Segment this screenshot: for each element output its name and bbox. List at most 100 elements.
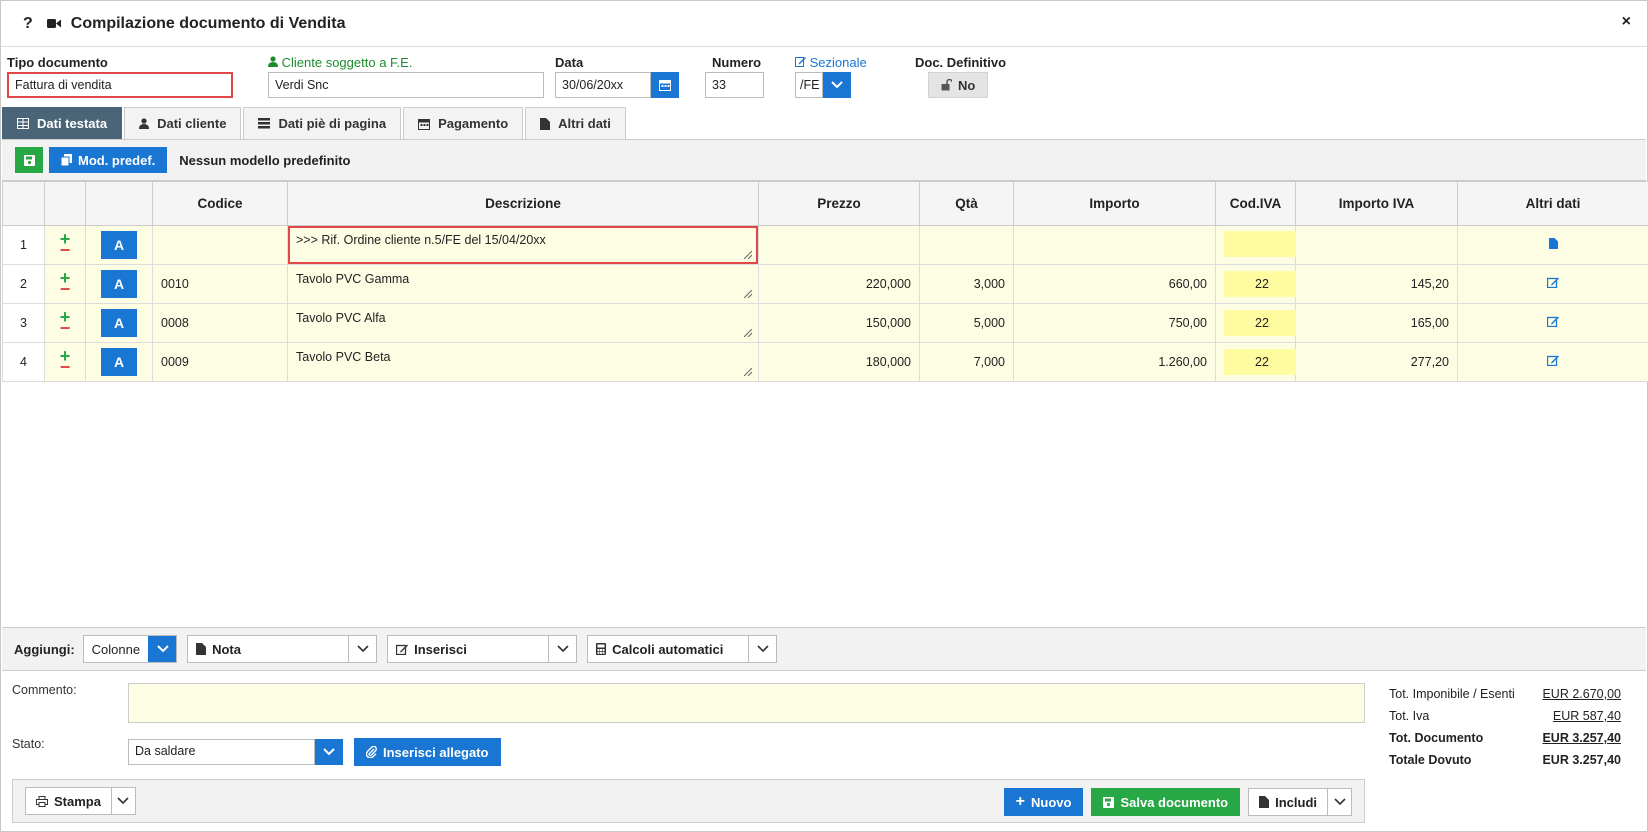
chevron-down-icon[interactable]: [348, 636, 376, 662]
includi-dropdown[interactable]: Includi: [1248, 788, 1352, 816]
includi-button[interactable]: Includi: [1249, 789, 1327, 815]
header-prezzo[interactable]: Prezzo: [758, 181, 920, 226]
sezionale-select[interactable]: /FE: [795, 72, 823, 98]
numero-field[interactable]: 33: [705, 72, 764, 98]
inserisci-allegato-button[interactable]: Inserisci allegato: [354, 738, 501, 766]
data-field[interactable]: 30/06/20xx: [555, 72, 651, 98]
codice-cell[interactable]: [152, 225, 288, 265]
stampa-button[interactable]: Stampa: [26, 788, 111, 814]
prezzo-cell[interactable]: 150,000: [758, 303, 920, 343]
resize-handle-icon[interactable]: [744, 329, 752, 337]
descrizione-textarea[interactable]: Tavolo PVC Gamma: [296, 265, 750, 303]
cod-iva-value[interactable]: 22: [1224, 349, 1300, 375]
tab-dati-cliente[interactable]: Dati cliente: [124, 107, 242, 139]
cod-iva-cell[interactable]: [1215, 225, 1300, 265]
qta-cell[interactable]: 5,000: [919, 303, 1014, 343]
stato-select[interactable]: Da saldare: [128, 739, 343, 765]
header-importo[interactable]: Importo: [1013, 181, 1216, 226]
header-codice[interactable]: Codice: [152, 181, 288, 226]
close-icon[interactable]: ×: [1622, 13, 1631, 31]
header-cod-iva[interactable]: Cod.IVA: [1215, 181, 1296, 226]
resize-handle-icon[interactable]: [744, 251, 752, 259]
edit-icon[interactable]: [1546, 316, 1559, 328]
video-camera-icon[interactable]: [46, 18, 61, 29]
edit-icon[interactable]: [1546, 355, 1559, 367]
descrizione-textarea[interactable]: Tavolo PVC Beta: [296, 343, 750, 381]
resize-handle-icon[interactable]: [744, 368, 752, 376]
row-action-button[interactable]: A: [101, 231, 137, 259]
total-value[interactable]: EUR 587,40: [1553, 709, 1621, 723]
tipo-documento-field[interactable]: Fattura di vendita: [7, 72, 233, 98]
salva-documento-button[interactable]: Salva documento: [1091, 788, 1241, 816]
header-descrizione[interactable]: Descrizione: [287, 181, 759, 226]
cod-iva-cell[interactable]: 22: [1215, 303, 1300, 343]
header-altri-dati[interactable]: Altri dati: [1457, 181, 1648, 226]
colonne-dropdown[interactable]: Colonne: [82, 635, 178, 663]
tab-altri-dati[interactable]: Altri dati: [525, 107, 626, 139]
cliente-label[interactable]: Cliente soggetto a F.E.: [268, 55, 544, 70]
total-value[interactable]: EUR 2.670,00: [1542, 687, 1621, 701]
calcoli-dropdown[interactable]: Calcoli automatici: [587, 635, 778, 663]
tab-dati-testata[interactable]: Dati testata: [2, 107, 123, 139]
chevron-down-icon[interactable]: [823, 72, 851, 98]
nota-dropdown[interactable]: Nota: [187, 635, 378, 663]
sezionale-label[interactable]: Sezionale: [795, 55, 867, 70]
stampa-dropdown[interactable]: Stampa: [25, 787, 136, 815]
descrizione-cell[interactable]: Tavolo PVC Gamma: [287, 264, 759, 304]
remove-row-icon[interactable]: −: [60, 280, 71, 298]
header-importo-iva[interactable]: Importo IVA: [1295, 181, 1458, 226]
inserisci-dropdown[interactable]: Inserisci: [387, 635, 578, 663]
remove-row-icon[interactable]: −: [60, 358, 71, 376]
qta-cell[interactable]: 7,000: [919, 342, 1014, 382]
calcoli-button[interactable]: Calcoli automatici: [588, 636, 748, 662]
doc-definitivo-toggle[interactable]: No: [928, 72, 989, 98]
codice-cell[interactable]: 0008: [152, 303, 288, 343]
row-action-button[interactable]: A: [101, 270, 137, 298]
nuovo-button[interactable]: + Nuovo: [1003, 788, 1084, 816]
file-icon[interactable]: [1548, 238, 1558, 249]
cod-iva-value[interactable]: 22: [1224, 271, 1300, 297]
help-icon[interactable]: ?: [23, 15, 33, 33]
commento-field[interactable]: [128, 683, 1365, 723]
stato-value[interactable]: Da saldare: [128, 739, 315, 765]
save-model-button[interactable]: [15, 147, 43, 173]
header-qta[interactable]: Qtà: [919, 181, 1014, 226]
qta-cell[interactable]: [919, 225, 1014, 265]
cod-iva-value[interactable]: [1224, 230, 1300, 257]
descrizione-textarea[interactable]: >>> Rif. Ordine cliente n.5/FE del 15/04…: [288, 226, 758, 264]
chevron-down-icon[interactable]: [315, 739, 343, 765]
cliente-field[interactable]: Verdi Snc: [268, 72, 544, 98]
remove-row-icon[interactable]: −: [60, 241, 71, 259]
tab-dati-pie-di-pagina[interactable]: Dati piè di pagina: [243, 107, 402, 139]
qta-cell[interactable]: 3,000: [919, 264, 1014, 304]
inserisci-button[interactable]: Inserisci: [388, 636, 548, 662]
edit-icon[interactable]: [1546, 277, 1559, 289]
cod-iva-cell[interactable]: 22: [1215, 264, 1300, 304]
chevron-down-icon[interactable]: [548, 636, 576, 662]
calendar-icon[interactable]: [651, 72, 679, 98]
chevron-down-icon[interactable]: [1327, 789, 1351, 815]
resize-handle-icon[interactable]: [744, 290, 752, 298]
prezzo-cell[interactable]: 180,000: [758, 342, 920, 382]
chevron-down-icon[interactable]: [748, 636, 776, 662]
descrizione-cell[interactable]: >>> Rif. Ordine cliente n.5/FE del 15/04…: [287, 225, 759, 265]
cod-iva-value[interactable]: 22: [1224, 310, 1300, 336]
colonne-label[interactable]: Colonne: [84, 636, 148, 662]
remove-row-icon[interactable]: −: [60, 319, 71, 337]
chevron-down-icon[interactable]: [148, 636, 177, 662]
descrizione-cell[interactable]: Tavolo PVC Alfa: [287, 303, 759, 343]
codice-cell[interactable]: 0010: [152, 264, 288, 304]
prezzo-cell[interactable]: 220,000: [758, 264, 920, 304]
prezzo-cell[interactable]: [758, 225, 920, 265]
chevron-down-icon[interactable]: [110, 788, 135, 814]
cod-iva-cell[interactable]: 22: [1215, 342, 1300, 382]
row-action-button[interactable]: A: [101, 348, 137, 376]
descrizione-textarea[interactable]: Tavolo PVC Alfa: [296, 304, 750, 342]
total-value[interactable]: EUR 3.257,40: [1542, 731, 1621, 745]
descrizione-cell[interactable]: Tavolo PVC Beta: [287, 342, 759, 382]
row-action-button[interactable]: A: [101, 309, 137, 337]
nota-button[interactable]: Nota: [188, 636, 348, 662]
tab-pagamento[interactable]: Pagamento: [403, 107, 524, 139]
mod-predef-button[interactable]: Mod. predef.: [49, 147, 168, 173]
codice-cell[interactable]: 0009: [152, 342, 288, 382]
